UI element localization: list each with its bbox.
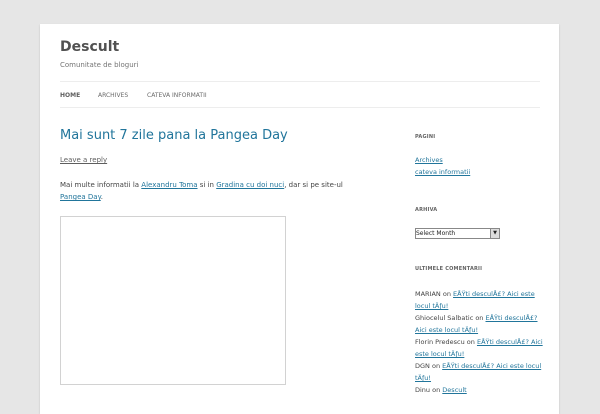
comment-on-text: on [473,314,486,322]
comment-on-text: on [430,386,443,394]
recent-comments-list: MARIAN on EÅŸti desculÅ£? Aici este locu… [415,288,543,396]
content-text: . [100,193,103,201]
archive-month-select[interactable]: Select Month ▼ [415,228,500,239]
comment-item: Florin Predescu on EÅŸti desculÅ£? Aici … [415,336,543,360]
comment-post-link[interactable]: Descult [442,386,466,394]
content-text: Mai multe informatii la [60,181,142,189]
nav-item-home[interactable]: HOME [60,92,80,99]
comment-on-text: on [440,290,454,298]
widget-title-recent-comments: ULTIMELE COMENTARII [415,266,483,272]
sidebar-page-cateva-informatii[interactable]: cateva informatii [415,168,470,176]
comment-author: Ghiocelul Salbatic [415,314,474,322]
content-text: si in [197,181,217,189]
embedded-media-frame[interactable] [60,216,286,385]
comment-item: MARIAN on EÅŸti desculÅ£? Aici este locu… [415,288,543,312]
nav-item-archives[interactable]: ARCHIVES [98,92,128,99]
comment-on-text: on [464,338,477,346]
comment-author: MARIAN [415,290,441,298]
site-title[interactable]: Descult [60,39,119,55]
link-pangea-day[interactable]: Pangea Day [60,193,101,201]
comment-author: Florin Predescu [415,338,465,346]
content-text: , dar si pe site-ul [284,181,343,189]
link-gradina-cu-doi-nuci[interactable]: Gradina cu doi nuci [216,181,284,189]
nav-item-cateva-informatii[interactable]: CATEVA INFORMATII [147,92,207,99]
main-navigation: HOME ARCHIVES CATEVA INFORMATII [60,81,540,108]
comment-author: Dinu [415,386,431,394]
comment-item: Dinu on Descult [415,384,543,396]
comment-on-text: on [429,362,443,370]
link-alexandru-toma[interactable]: Alexandru Toma [141,181,197,189]
comment-item: DGN on EÅŸti desculÅ£? Aici este locul t… [415,360,543,384]
chevron-down-icon[interactable]: ▼ [490,229,499,238]
site-description: Comunitate de bloguri [60,61,139,69]
post-content: Mai multe informatii la Alexandru Toma s… [60,179,364,203]
sidebar-page-archives[interactable]: Archives [415,156,443,164]
comment-author: DGN [415,362,430,370]
widget-title-pages: PAGINI [415,134,436,140]
widget-title-archive: ARHIVA [415,207,438,213]
leave-reply-link[interactable]: Leave a reply [60,156,107,164]
archive-select-value: Select Month [416,230,456,237]
page-container: Descult Comunitate de bloguri HOME ARCHI… [40,24,559,414]
comment-item: Ghiocelul Salbatic on EÅŸti desculÅ£? Ai… [415,312,543,336]
post-title[interactable]: Mai sunt 7 zile pana la Pangea Day [60,128,288,143]
